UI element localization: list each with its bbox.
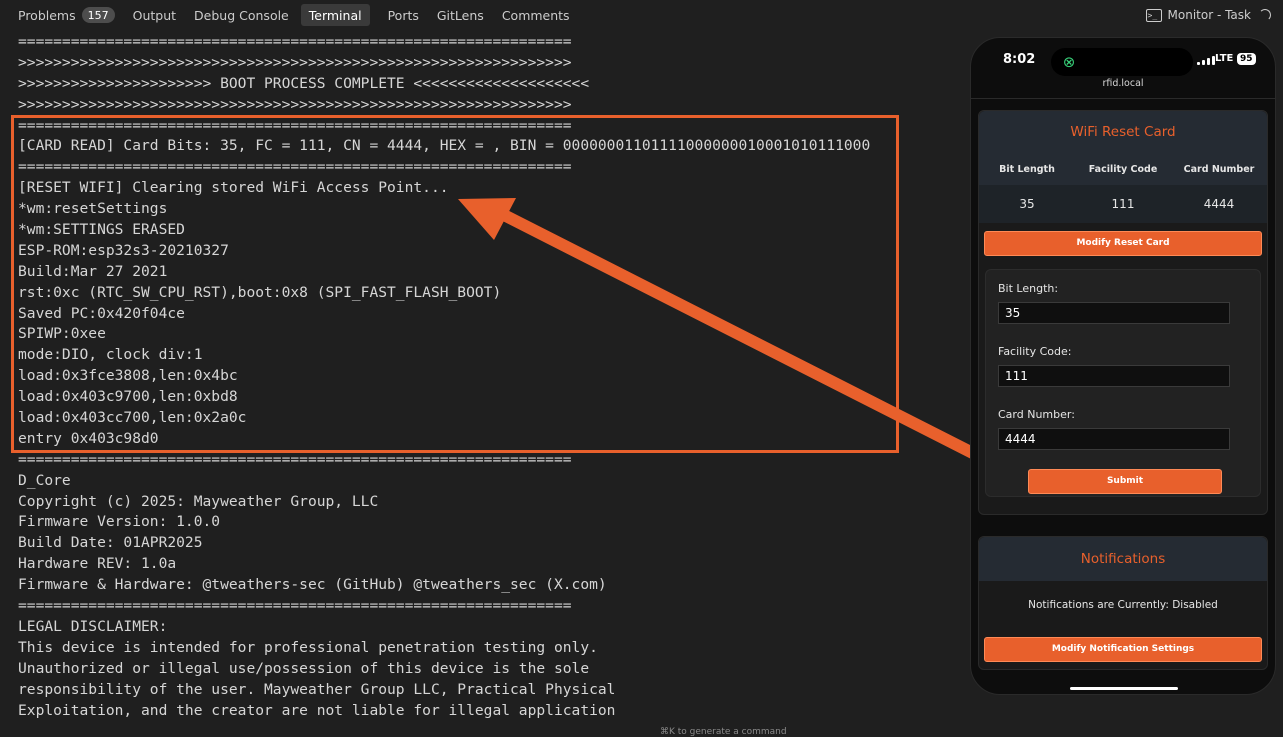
bit-length-input[interactable]: [998, 302, 1230, 324]
tab-debug-console[interactable]: Debug Console: [194, 4, 289, 26]
signal-bars-icon: [1197, 56, 1215, 65]
facility-code-input[interactable]: [998, 365, 1230, 387]
notifications-panel: Notifications Notifications are Currentl…: [978, 536, 1268, 670]
wifi-reset-card-title: WiFi Reset Card: [979, 111, 1267, 153]
terminal-task-selector[interactable]: >_ Monitor - Task: [1145, 0, 1271, 30]
terminal-line: ESP-ROM:esp32s3-20210327: [18, 241, 229, 259]
tab-label: Debug Console: [194, 7, 289, 23]
terminal-line: Exploitation, and the creator are not li…: [18, 701, 616, 719]
terminal-line: SPIWP:0xee: [18, 325, 106, 343]
home-indicator: [1070, 687, 1178, 690]
notifications-title: Notifications: [979, 537, 1267, 581]
terminal-line: Hardware REV: 1.0a: [18, 555, 177, 573]
task-label: Monitor - Task: [1167, 8, 1251, 22]
tab-label: Problems: [18, 7, 76, 23]
problems-count-badge: 157: [81, 7, 115, 23]
terminal-line: ========================================…: [18, 116, 572, 134]
tab-terminal[interactable]: Terminal: [300, 4, 370, 26]
terminal-line: This device is intended for professional…: [18, 638, 598, 656]
card-number-input[interactable]: [998, 428, 1230, 450]
terminal-hint: ⌘K to generate a command: [660, 727, 787, 737]
terminal-line: *wm:SETTINGS ERASED: [18, 221, 185, 239]
terminal-line: >>>>>>>>>>>>>>>>>>>>>> BOOT PROCESS COMP…: [18, 74, 590, 92]
terminal-line: load:0x403cc700,len:0x2a0c: [18, 409, 247, 427]
terminal-line: ========================================…: [18, 33, 572, 50]
terminal-line: load:0x3fce3808,len:0x4bc: [18, 367, 238, 385]
facility-code-label: Facility Code:: [998, 345, 1072, 358]
wifi-reset-card-panel: WiFi Reset Card Bit Length Facility Code…: [978, 110, 1268, 515]
tab-label: Output: [132, 7, 177, 23]
modify-notification-settings-button[interactable]: Modify Notification Settings: [984, 637, 1262, 662]
terminal-line: LEGAL DISCLAIMER:: [18, 617, 168, 635]
terminal-line: Firmware Version: 1.0.0: [18, 513, 221, 531]
terminal-icon: >_: [1145, 8, 1162, 22]
reset-card-table-header: Bit Length Facility Code Card Number: [979, 153, 1267, 185]
terminal-line: [CARD READ] Card Bits: 35, FC = 111, CN …: [18, 137, 871, 155]
tab-label: Ports: [387, 7, 419, 23]
tab-gitlens[interactable]: GitLens: [437, 4, 484, 26]
terminal-line: mode:DIO, clock div:1: [18, 346, 203, 364]
terminal-line: *wm:resetSettings: [18, 200, 168, 218]
notifications-status: Notifications are Currently: Disabled: [1028, 599, 1218, 611]
loading-spinner-icon: [1259, 9, 1271, 21]
terminal-line: Unauthorized or illegal use/possession o…: [18, 659, 590, 677]
reset-card-table-row: 35 111 4444: [979, 185, 1267, 223]
value-facility-code: 111: [1111, 197, 1135, 211]
terminal-output[interactable]: ========================================…: [18, 32, 968, 721]
header-facility-code: Facility Code: [1088, 163, 1158, 175]
status-time: 8:02: [1003, 52, 1036, 67]
terminal-line: Build:Mar 27 2021: [18, 262, 168, 280]
terminal-line: Saved PC:0x420f04ce: [18, 304, 185, 322]
browser-url[interactable]: rfid.local: [971, 78, 1275, 89]
terminal-line: responsibility of the user. Mayweather G…: [18, 680, 616, 698]
terminal-line: >>>>>>>>>>>>>>>>>>>>>>>>>>>>>>>>>>>>>>>>…: [18, 95, 572, 113]
terminal-line: [RESET WIFI] Clearing stored WiFi Access…: [18, 179, 449, 197]
divider: [971, 98, 1275, 99]
terminal-line: Firmware & Hardware: @tweathers-sec (Git…: [18, 576, 607, 594]
modify-reset-card-button[interactable]: Modify Reset Card: [984, 231, 1262, 256]
terminal-line: Build Date: 01APR2025: [18, 534, 203, 552]
terminal-line: ========================================…: [18, 597, 572, 615]
terminal-line: ========================================…: [18, 158, 572, 176]
panel-tab-bar: Problems 157 Output Debug Console Termin…: [0, 0, 1283, 30]
value-card-number: 4444: [1203, 197, 1235, 211]
network-type: LTE: [1215, 53, 1234, 64]
terminal-line: >>>>>>>>>>>>>>>>>>>>>>>>>>>>>>>>>>>>>>>>…: [18, 53, 572, 71]
terminal-line: entry 0x403c98d0: [18, 429, 159, 447]
tab-ports[interactable]: Ports: [388, 4, 419, 26]
card-number-label: Card Number:: [998, 408, 1075, 421]
bit-length-label: Bit Length:: [998, 282, 1059, 295]
terminal-line: D_Core: [18, 471, 71, 489]
terminal-line: ========================================…: [18, 450, 572, 468]
terminal-line: Copyright (c) 2025: Mayweather Group, LL…: [18, 492, 379, 510]
tab-label: Comments: [501, 7, 570, 23]
tab-output[interactable]: Output: [133, 4, 176, 26]
battery-level: 95: [1237, 53, 1256, 65]
header-card-number: Card Number: [1183, 163, 1255, 175]
tab-problems[interactable]: Problems 157: [18, 4, 115, 26]
tab-comments[interactable]: Comments: [502, 4, 570, 26]
link-icon: ⊗: [1062, 53, 1076, 71]
phone-screenshot: 8:02 ⊗ LTE 95 rfid.local WiFi Reset Card…: [970, 37, 1276, 695]
value-bit-length: 35: [1019, 197, 1035, 211]
terminal-line: load:0x403c9700,len:0xbd8: [18, 388, 238, 406]
header-bit-length: Bit Length: [999, 163, 1055, 175]
tab-label: GitLens: [436, 7, 484, 23]
tab-label: Terminal: [308, 7, 362, 23]
reset-card-form: Bit Length: Facility Code: Card Number: …: [985, 269, 1261, 497]
submit-button[interactable]: Submit: [1028, 469, 1222, 494]
terminal-line: rst:0xc (RTC_SW_CPU_RST),boot:0x8 (SPI_F…: [18, 283, 502, 301]
